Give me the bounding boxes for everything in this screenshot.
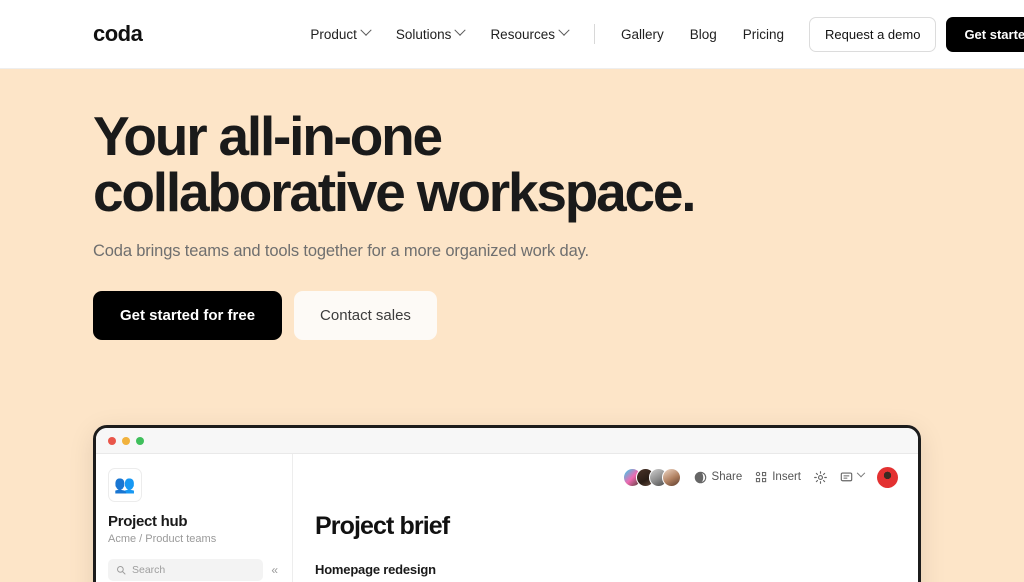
nav-menu-solutions-label: Solutions [395, 26, 452, 42]
nav-menu-solutions[interactable]: Solutions [383, 21, 478, 48]
window-maximize-dot[interactable] [136, 436, 144, 445]
window-titlebar [96, 428, 918, 454]
contact-sales-button[interactable]: Contact sales [294, 291, 437, 341]
search-icon [117, 566, 126, 575]
workspace-title: Project hub [108, 513, 188, 530]
comment-icon [840, 472, 853, 481]
insert-label: Insert [772, 471, 801, 483]
chevron-down-icon [454, 24, 467, 36]
window-close-dot[interactable] [108, 436, 116, 445]
document-title: Project brief [315, 512, 450, 540]
comment-button[interactable] [840, 468, 866, 484]
hero-cta-row: Get started for free Contact sales [93, 291, 1024, 341]
document-pane: Share Insert Project brief Homepage rede… [293, 454, 918, 582]
share-label: Share [711, 471, 743, 483]
nav-divider [593, 24, 595, 44]
page-title: Your all-in-one collaborative workspace. [93, 69, 793, 220]
top-navigation-bar: coda Product Solutions Resources Gallery… [0, 0, 1024, 69]
app-sidebar: 👥 Project hub Acme / Product teams Searc… [96, 454, 293, 582]
headline-line-2: collaborative workspace. [93, 161, 697, 224]
document-toolbar: Share Insert [315, 464, 898, 490]
hero-subheading: Coda brings teams and tools together for… [93, 242, 589, 261]
nav-link-gallery[interactable]: Gallery [608, 21, 677, 48]
nav-menu-resources-label: Resources [490, 26, 555, 42]
grid-insert-icon [756, 471, 767, 483]
avatar[interactable] [661, 467, 681, 487]
chevron-down-icon [856, 468, 866, 477]
coda-logo[interactable]: coda [93, 21, 143, 47]
share-button[interactable]: Share [694, 471, 743, 484]
hero-section: Your all-in-one collaborative workspace.… [0, 69, 1024, 582]
nav-link-pricing[interactable]: Pricing [730, 21, 797, 48]
share-globe-icon [694, 471, 706, 483]
nav-link-blog[interactable]: Blog [677, 21, 730, 48]
request-demo-button[interactable]: Request a demo [809, 16, 937, 52]
chevron-down-icon [558, 24, 570, 36]
nav-menu-resources[interactable]: Resources [477, 21, 581, 48]
insert-button[interactable]: Insert [755, 471, 801, 483]
team-people-icon: 👥 [108, 468, 142, 502]
headline-line-1: Your all-in-one [93, 105, 443, 167]
nav-menu-product-label: Product [310, 26, 357, 42]
collapse-left-icon[interactable]: « [269, 563, 280, 577]
document-section-heading: Homepage redesign [315, 562, 436, 577]
app-body: 👥 Project hub Acme / Product teams Searc… [96, 454, 918, 582]
nav-links: Product Solutions Resources Gallery Blog… [297, 16, 1024, 52]
sidebar-search-row: Search « [108, 559, 280, 581]
gear-icon [814, 470, 827, 484]
search-input[interactable]: Search [108, 559, 264, 581]
team-people-glyph: 👥 [114, 475, 136, 494]
get-started-button[interactable]: Get started [946, 16, 1024, 52]
breadcrumb: Acme / Product teams [108, 533, 217, 545]
search-placeholder: Search [132, 564, 166, 576]
nav-menu-product[interactable]: Product [297, 21, 383, 48]
settings-button[interactable] [814, 470, 827, 484]
get-started-for-free-button[interactable]: Get started for free [93, 291, 283, 341]
user-avatar[interactable] [877, 466, 898, 488]
window-minimize-dot[interactable] [122, 436, 130, 445]
collaborator-avatars [622, 467, 681, 487]
chevron-down-icon [360, 24, 372, 36]
app-preview-window: 👥 Project hub Acme / Product teams Searc… [93, 425, 921, 582]
